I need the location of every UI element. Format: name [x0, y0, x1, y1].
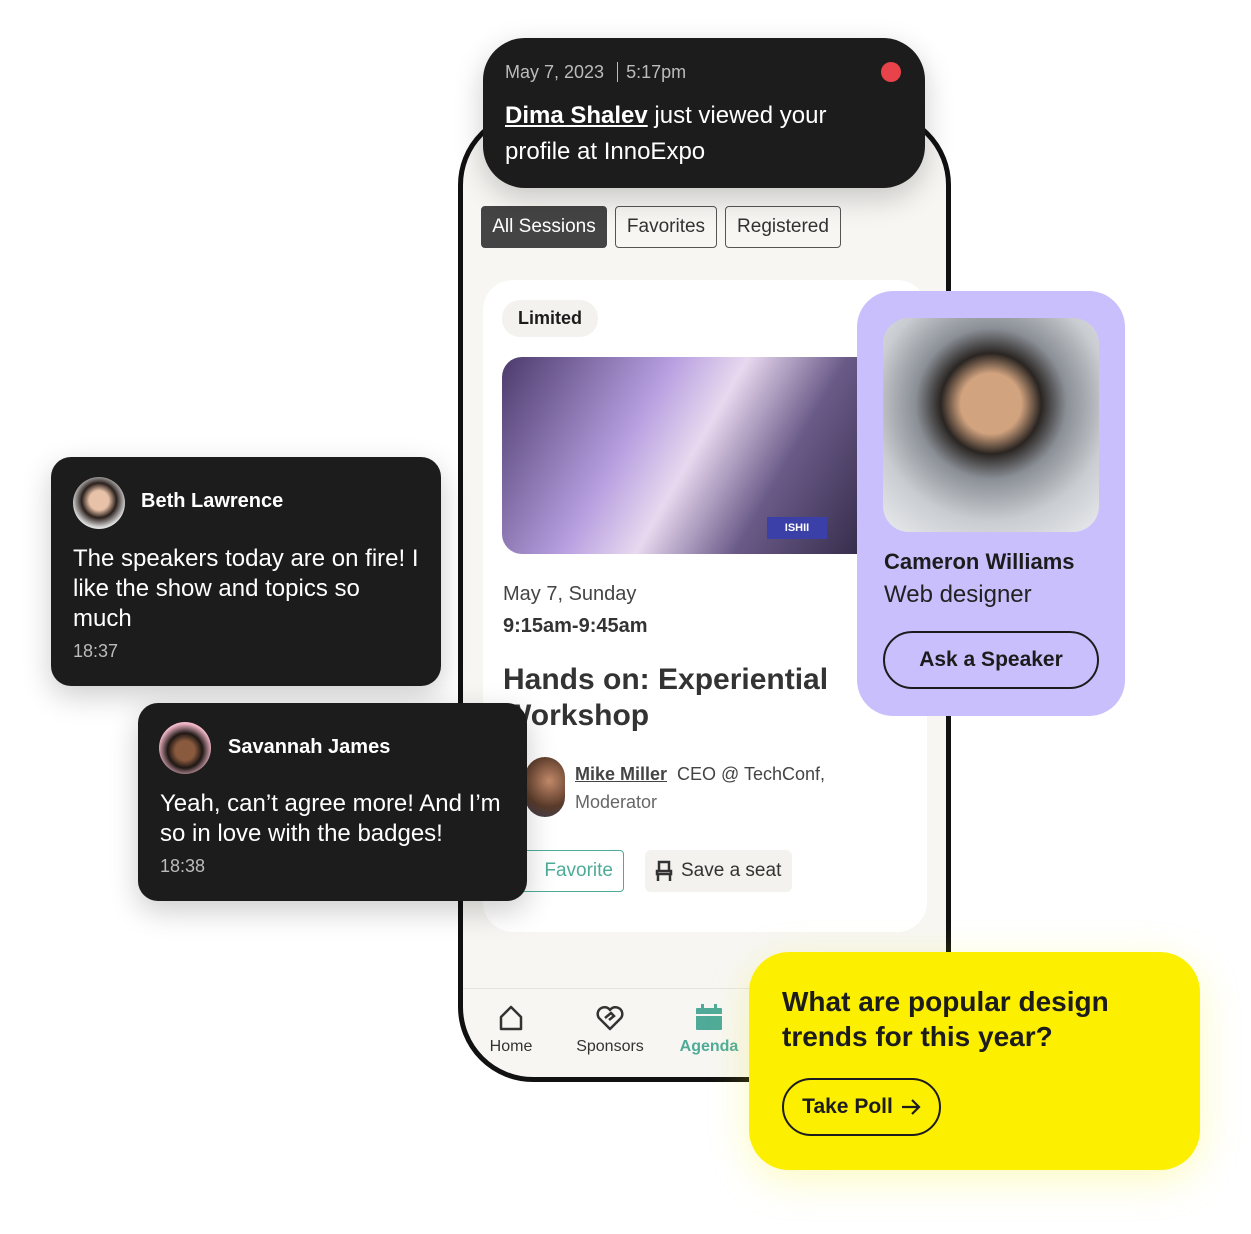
- save-seat-button[interactable]: Save a seat: [645, 850, 792, 892]
- speaker-avatar: [525, 757, 565, 817]
- session-time: 9:15am-9:45am: [503, 615, 648, 637]
- speaker-name-link[interactable]: Mike Miller: [575, 764, 667, 784]
- unread-dot: [881, 62, 901, 82]
- arrow-right-icon: [901, 1099, 921, 1115]
- beth-avatar: [73, 477, 125, 529]
- poll-card: What are popular design trends for this …: [749, 952, 1200, 1170]
- tab-all-sessions[interactable]: All Sessions: [481, 206, 607, 248]
- limited-badge: Limited: [502, 300, 599, 337]
- speaker-role: CEO @ TechConf,: [677, 764, 826, 784]
- session-title: Hands on: Experiential Workshop: [503, 663, 829, 732]
- chat-text: The speakers today are on fire! I like t…: [73, 545, 419, 632]
- nav-home[interactable]: Home: [466, 1003, 556, 1056]
- favorite-button[interactable]: Favorite: [510, 850, 624, 892]
- notification-message: Dima Shalev just viewed your profile at …: [505, 102, 827, 165]
- image-sign: ISHII: [767, 517, 827, 539]
- poll-question: What are popular design trends for this …: [782, 986, 1109, 1052]
- chat-time: 18:38: [160, 856, 206, 876]
- speaker-info: Mike Miller CEO @ TechConf, Moderator: [575, 760, 875, 816]
- tab-favorites[interactable]: Favorites: [615, 206, 717, 248]
- chat-sender: Beth Lawrence: [141, 490, 284, 512]
- nav-label: Sponsors: [576, 1038, 644, 1055]
- seat-icon: [655, 860, 673, 881]
- nav-agenda[interactable]: Agenda: [664, 1003, 754, 1056]
- ask-speaker-button[interactable]: Ask a Speaker: [883, 631, 1099, 689]
- speaker-photo: [883, 318, 1099, 532]
- session-image: ISHII: [502, 357, 882, 554]
- handshake-heart-icon: [596, 1005, 624, 1031]
- chat-message-savannah: Savannah James Yeah, can’t agree more! A…: [138, 703, 527, 901]
- nav-sponsors[interactable]: Sponsors: [565, 1003, 655, 1056]
- speaker-tag: Moderator: [575, 792, 658, 812]
- home-icon: [499, 1005, 523, 1031]
- calendar-icon: [696, 1004, 722, 1030]
- session-date: May 7, Sunday: [503, 583, 637, 605]
- savannah-avatar: [159, 722, 211, 774]
- tab-registered[interactable]: Registered: [725, 206, 841, 248]
- speaker-card-name: Cameron Williams: [884, 549, 1075, 574]
- speaker-card: Cameron Williams Web designer Ask a Spea…: [857, 291, 1125, 716]
- nav-label: Agenda: [679, 1038, 739, 1055]
- nav-label: Home: [489, 1038, 533, 1055]
- favorite-label: Favorite: [544, 860, 613, 881]
- notification-datetime: May 7, 2023 5:17pm: [505, 62, 687, 82]
- speaker-card-role: Web designer: [884, 581, 1032, 608]
- profile-view-notification[interactable]: May 7, 2023 5:17pm Dima Shalev just view…: [483, 38, 925, 188]
- chat-message-beth: Beth Lawrence The speakers today are on …: [51, 457, 441, 686]
- take-poll-label: Take Poll: [802, 1095, 893, 1118]
- take-poll-button[interactable]: Take Poll: [782, 1078, 941, 1136]
- chat-sender: Savannah James: [228, 736, 391, 758]
- viewer-name-link[interactable]: Dima Shalev: [505, 102, 648, 129]
- chat-time: 18:37: [73, 641, 119, 661]
- chat-text: Yeah, can’t agree more! And I’m so in lo…: [160, 790, 501, 847]
- save-label: Save a seat: [681, 860, 782, 881]
